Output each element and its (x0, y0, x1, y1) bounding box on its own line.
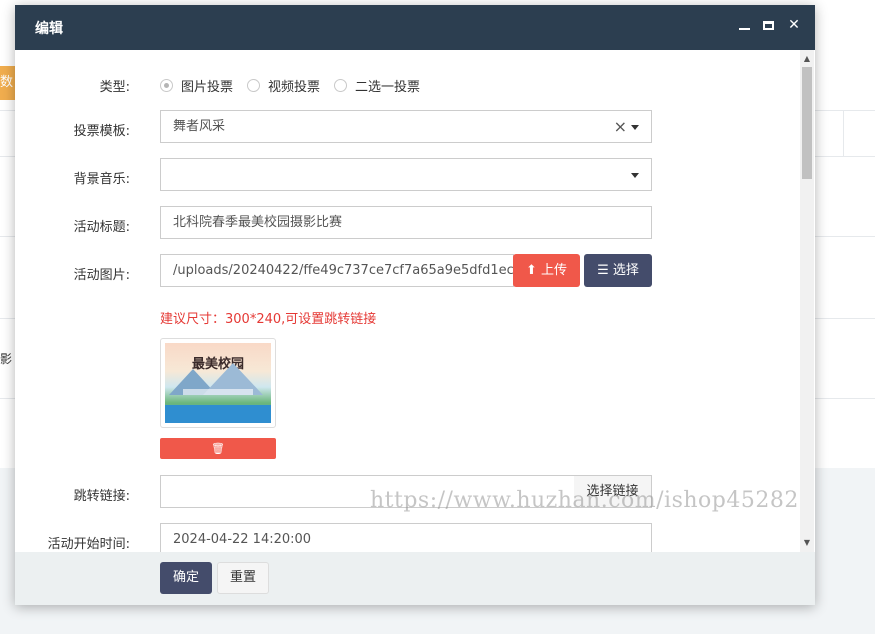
background-orange-button: 数 (0, 66, 16, 100)
vertical-scrollbar[interactable]: ▲ ▼ (800, 50, 814, 552)
window-controls: ✕ (739, 17, 801, 33)
upload-label: 上传 (541, 263, 568, 278)
confirm-button[interactable]: 确定 (160, 562, 212, 594)
radio-unchecked-icon (334, 79, 348, 92)
radio-unchecked-icon (247, 79, 261, 92)
radio-image-vote[interactable]: 图片投票 (160, 76, 233, 95)
trash-icon: 🗑 (211, 442, 225, 455)
image-label: 活动图片: (73, 268, 130, 283)
modal-title: 编辑 (35, 21, 63, 37)
radio-label: 图片投票 (181, 80, 234, 95)
radio-video-vote[interactable]: 视频投票 (247, 76, 320, 95)
clear-icon[interactable]: × (614, 111, 627, 142)
minimize-icon[interactable] (739, 17, 753, 33)
radio-label: 二选一投票 (355, 80, 421, 95)
type-label: 类型: (99, 80, 130, 95)
scrollbar-thumb[interactable] (802, 67, 812, 179)
watermark-text: https://www.huzhan.com/ishop45282 (370, 488, 799, 513)
title-label: 活动标题: (73, 220, 130, 235)
vote-type-radio-group: 图片投票 视频投票 二选一投票 (160, 76, 434, 95)
caret-down-icon (631, 173, 639, 178)
reset-button[interactable]: 重置 (217, 562, 269, 594)
background-row-text: 影 (0, 352, 13, 366)
modal-footer: 确定 重置 (15, 552, 815, 605)
poster-subtitle-band (183, 389, 253, 395)
campus-poster-image: 最美校园 (165, 343, 271, 423)
choose-label: 选择 (612, 263, 639, 278)
scroll-down-arrow-icon[interactable]: ▼ (800, 536, 814, 552)
background-column-divider (843, 110, 844, 156)
modal-body: 类型: 图片投票 视频投票 二选一投票 投票模板: 舞者风采 × 背景音乐: 活… (15, 50, 815, 552)
maximize-icon[interactable] (763, 17, 777, 33)
template-value: 舞者风采 (173, 119, 226, 134)
radio-binary-vote[interactable]: 二选一投票 (334, 76, 420, 95)
scroll-up-arrow-icon[interactable]: ▲ (800, 50, 814, 66)
start-time-label: 活动开始时间: (47, 537, 130, 552)
music-label: 背景音乐: (73, 172, 130, 187)
music-select[interactable] (160, 158, 652, 191)
list-icon: ☰ (597, 263, 609, 278)
start-time-input[interactable]: 2024-04-22 14:20:00 (160, 523, 652, 552)
link-label: 跳转链接: (73, 489, 130, 504)
delete-image-button[interactable]: 🗑 (160, 438, 276, 459)
radio-checked-icon (160, 79, 173, 92)
choose-image-button[interactable]: ☰ 选择 (584, 254, 652, 287)
image-path-input[interactable]: /uploads/20240422/ffe49c737ce7cf7a65a9e5… (160, 254, 514, 287)
upload-button[interactable]: ⬆ 上传 (513, 254, 580, 287)
upload-icon: ⬆ (525, 263, 537, 278)
caret-down-icon (631, 125, 639, 130)
template-label: 投票模板: (73, 124, 130, 139)
template-select[interactable]: 舞者风采 × (160, 110, 652, 143)
poster-water (165, 405, 271, 423)
image-thumbnail[interactable]: 最美校园 (160, 338, 276, 428)
size-hint: 建议尺寸：300*240,可设置跳转链接 (160, 312, 377, 327)
close-icon[interactable]: ✕ (787, 17, 801, 33)
modal-header: 编辑 ✕ (15, 5, 815, 50)
radio-label: 视频投票 (268, 80, 321, 95)
title-input[interactable]: 北科院春季最美校园摄影比赛 (160, 206, 652, 239)
edit-modal: 编辑 ✕ 类型: 图片投票 视频投票 二选一投票 投票模板: 舞者风采 × 背景… (15, 5, 815, 605)
